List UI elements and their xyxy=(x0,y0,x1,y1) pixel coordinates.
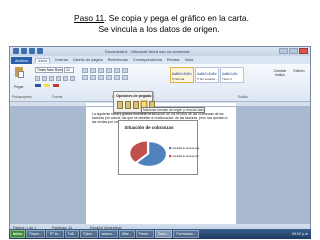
paste-keep-source-icon[interactable] xyxy=(125,101,131,109)
decrease-indent-icon[interactable] xyxy=(106,68,112,73)
align-right-icon[interactable] xyxy=(98,75,104,80)
taskbar-item[interactable]: TP la... xyxy=(46,230,64,238)
font-color-buttons xyxy=(35,84,59,87)
taskbar-item-word[interactable]: Docu... xyxy=(154,230,173,238)
underline-icon[interactable] xyxy=(49,76,54,81)
caption-line-1: . Se copia y pega el gráfico en la carta… xyxy=(104,13,249,23)
legend-label-1: Cantidad de facturas pagadas xyxy=(173,147,200,150)
show-marks-icon[interactable] xyxy=(122,68,128,73)
style-name: ¶ Sin espacia... xyxy=(197,77,218,81)
clock: 09:02 p.m. xyxy=(292,232,309,236)
font-name-select[interactable]: Times New Roman xyxy=(35,67,63,73)
ribbon-group-labels: Portapapeles Fuente Párrafo Estilos xyxy=(10,95,310,101)
bold-icon[interactable] xyxy=(35,76,40,81)
caption-line-2: Se vincula a los datos de origen. xyxy=(98,24,220,34)
legend-swatch-1 xyxy=(169,147,172,150)
taskbar-item[interactable]: Repro... xyxy=(26,230,46,238)
change-styles-button[interactable]: Cambiar estilos xyxy=(273,69,287,77)
tab-references[interactable]: Referencias xyxy=(108,58,128,62)
italic-icon[interactable] xyxy=(42,76,47,81)
undo-icon[interactable] xyxy=(29,48,35,54)
paste-options-title: Opciones de pegado: xyxy=(116,94,153,98)
paste-button[interactable] xyxy=(13,67,25,85)
maximize-button[interactable] xyxy=(289,48,298,54)
tab-view[interactable]: Vista xyxy=(185,58,193,62)
group-label-font: Fuente xyxy=(52,95,63,99)
group-label-styles: Estilos xyxy=(238,95,248,99)
word-logo-icon xyxy=(13,48,19,54)
taskbar: Inicio Repro... TP la... Tutl... Ejerc..… xyxy=(9,229,311,239)
align-left-icon[interactable] xyxy=(82,75,88,80)
save-icon[interactable] xyxy=(21,48,27,54)
justify-icon[interactable] xyxy=(106,75,112,80)
taskbar-item[interactable]: Prese... xyxy=(135,230,154,238)
legend-label-2: Cantidad de facturas por pagar xyxy=(173,155,200,158)
chart-title: Situación de cobranzas xyxy=(124,125,174,130)
chart-legend: Cantidad de facturas pagadas Cantidad de … xyxy=(169,147,199,158)
taskbar-item[interactable]: Ejerc... xyxy=(80,230,98,238)
tab-insert[interactable]: Insertar xyxy=(55,58,68,62)
highlight-color-icon[interactable] xyxy=(44,84,50,87)
font-size-select[interactable]: 12 xyxy=(64,67,74,73)
paste-option-tooltip: Mantener formato de origen y vincular da… xyxy=(141,107,205,113)
tab-review[interactable]: Revisar xyxy=(167,58,180,62)
paste-destination-theme-icon[interactable] xyxy=(117,101,123,109)
paste-label: Pegar xyxy=(14,85,24,89)
bullets-icon[interactable] xyxy=(82,68,88,73)
style-name: ¶ Normal xyxy=(172,77,185,81)
style-no-spacing[interactable]: AaBbCcDdEe ¶ Sin espacia... xyxy=(195,67,219,83)
window-controls xyxy=(279,48,308,54)
step-caption: Paso 11. Se copia y pega el gráfico en l… xyxy=(74,13,249,35)
align-center-icon[interactable] xyxy=(90,75,96,80)
superscript-icon[interactable] xyxy=(70,76,75,81)
styles-gallery: AaBbCcDdEe ¶ Normal AaBbCcDdEe ¶ Sin esp… xyxy=(170,67,244,83)
style-sample: AaBbCcDdEe xyxy=(172,72,192,76)
ribbon-home: Pegar Times New Roman 12 AaBbCcDdEe ¶ No… xyxy=(10,64,310,102)
pie-chart: Situación de cobranzas Cantidad de factu… xyxy=(124,125,199,167)
strikethrough-icon[interactable] xyxy=(56,76,61,81)
minimize-button[interactable] xyxy=(279,48,288,54)
ribbon-tabs: Archivo Inicio Insertar Diseño de página… xyxy=(10,56,310,64)
start-button[interactable]: Inicio xyxy=(10,230,26,238)
taskbar-item[interactable]: Formando... xyxy=(173,230,199,238)
window-title: Documento1 - Microsoft Word uso no comer… xyxy=(105,48,190,54)
paste-sheet-icon xyxy=(18,71,24,78)
quick-access-toolbar xyxy=(13,48,43,54)
pie-slices xyxy=(129,141,167,167)
title-bar: Documento1 - Microsoft Word uso no comer… xyxy=(10,47,310,56)
tab-mailings[interactable]: Correspondencia xyxy=(133,58,162,62)
step-number: Paso 11 xyxy=(74,13,105,23)
legend-swatch-2 xyxy=(169,155,172,158)
word-window: Documento1 - Microsoft Word uso no comer… xyxy=(9,46,311,232)
multilevel-list-icon[interactable] xyxy=(98,68,104,73)
tab-home[interactable]: Inicio xyxy=(35,57,51,63)
style-name: Título 1 xyxy=(222,77,233,81)
taskbar-item[interactable]: Micr... xyxy=(118,230,135,238)
group-label-clipboard: Portapapeles xyxy=(12,95,32,99)
font-format-buttons xyxy=(35,76,75,81)
ruler-text-area xyxy=(86,103,236,106)
taskbar-item[interactable]: www.s... xyxy=(98,230,118,238)
text-effects-icon[interactable] xyxy=(35,84,41,87)
editing-button[interactable]: Edición xyxy=(292,69,306,73)
subscript-icon[interactable] xyxy=(63,76,68,81)
style-sample: AaBbCcDc xyxy=(222,72,238,76)
line-spacing-icon[interactable] xyxy=(114,75,120,80)
taskbar-item[interactable]: Tutl... xyxy=(64,230,80,238)
pasted-chart[interactable]: Situación de cobranzas Cantidad de factu… xyxy=(118,120,199,175)
font-color-icon[interactable] xyxy=(53,84,59,87)
numbering-icon[interactable] xyxy=(90,68,96,73)
paragraph-buttons xyxy=(82,68,128,80)
shading-icon[interactable] xyxy=(122,75,128,80)
tab-page-layout[interactable]: Diseño de página xyxy=(73,58,103,62)
increase-indent-icon[interactable] xyxy=(114,68,120,73)
paste-link-destination-icon[interactable] xyxy=(133,101,139,109)
style-heading-1[interactable]: AaBbCcDc Título 1 xyxy=(220,67,244,83)
style-normal[interactable]: AaBbCcDdEe ¶ Normal xyxy=(170,67,194,83)
tab-file[interactable]: Archivo xyxy=(11,56,33,64)
redo-icon[interactable] xyxy=(37,48,43,54)
style-sample: AaBbCcDdEe xyxy=(197,72,217,76)
close-button[interactable] xyxy=(299,48,308,54)
